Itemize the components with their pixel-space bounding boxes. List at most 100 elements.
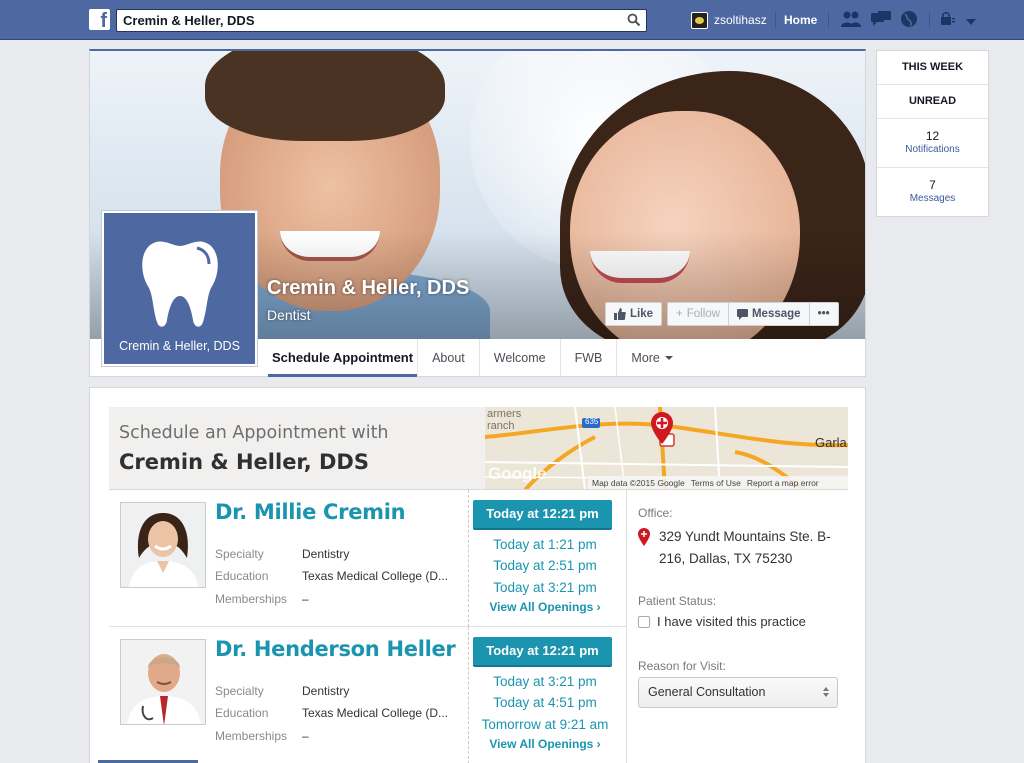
plus-icon: + bbox=[676, 308, 683, 320]
like-button[interactable]: Like bbox=[605, 302, 663, 326]
tab-more[interactable]: More bbox=[617, 339, 686, 377]
office-label: Office: bbox=[638, 506, 673, 520]
notifications-label[interactable]: Notifications bbox=[877, 144, 988, 155]
time-slot-link[interactable]: Today at 1:21 pm bbox=[469, 537, 621, 552]
insights-box: THIS WEEK UNREAD 12 Notifications 7 Mess… bbox=[876, 50, 989, 217]
more-dots-icon: ••• bbox=[817, 308, 830, 320]
messages-stat[interactable]: 7 Messages bbox=[877, 167, 988, 215]
reason-selected-value: General Consultation bbox=[648, 685, 766, 699]
specialty-label: Specialty bbox=[215, 547, 264, 561]
tab-schedule-appointment[interactable]: Schedule Appointment bbox=[268, 339, 419, 377]
facebook-logo-icon[interactable]: f bbox=[89, 9, 110, 30]
map-footer: Map data ©2015 Google Terms of Use Repor… bbox=[588, 476, 848, 489]
friend-requests-icon[interactable] bbox=[840, 10, 862, 33]
specialty-value: Dentistry bbox=[302, 547, 350, 561]
cover-man-hair bbox=[205, 51, 445, 141]
messages-icon[interactable] bbox=[870, 10, 892, 33]
time-slot-link[interactable]: Today at 3:21 pm bbox=[469, 674, 621, 689]
globe-notifications-icon[interactable] bbox=[900, 10, 918, 33]
avatar bbox=[691, 11, 708, 29]
map-label-ranch: ranch bbox=[487, 420, 515, 432]
specialty-label: Specialty bbox=[215, 684, 264, 698]
follow-button[interactable]: + Follow bbox=[667, 302, 729, 326]
map-pin-icon[interactable] bbox=[651, 412, 673, 444]
privacy-lock-icon[interactable] bbox=[940, 12, 956, 31]
map-highway-635: 635 bbox=[585, 417, 599, 426]
education-label: Education bbox=[215, 569, 269, 583]
visited-practice-label[interactable]: I have visited this practice bbox=[657, 614, 806, 629]
select-arrows-icon bbox=[823, 687, 829, 697]
scheduler-title: Cremin & Heller, DDS bbox=[119, 450, 369, 474]
map-terms-link[interactable]: Terms of Use bbox=[691, 478, 741, 488]
first-available-time-button[interactable]: Today at 12:21 pm bbox=[473, 637, 612, 667]
page-tabs: Schedule Appointment About Welcome FWB M… bbox=[268, 339, 687, 377]
divider bbox=[828, 12, 829, 28]
tab-fwb[interactable]: FWB bbox=[561, 339, 618, 377]
scheduler-subtitle: Schedule an Appointment with bbox=[119, 423, 389, 443]
time-slot-link[interactable]: Tomorrow at 9:21 am bbox=[469, 717, 621, 732]
page-category[interactable]: Dentist bbox=[267, 307, 311, 323]
user-profile-link[interactable]: zsoltihasz bbox=[691, 10, 767, 30]
settings-area bbox=[940, 12, 976, 31]
profile-picture[interactable]: Cremin & Heller, DDS bbox=[102, 211, 257, 366]
more-options-button[interactable]: ••• bbox=[809, 302, 839, 326]
message-button[interactable]: Message bbox=[728, 302, 810, 326]
doctor-card: Dr. Henderson Heller Specialty Dentistry… bbox=[109, 627, 468, 763]
appointment-times: Today at 12:21 pm Today at 3:21 pm Today… bbox=[468, 627, 627, 763]
view-all-openings-link[interactable]: View All Openings › bbox=[469, 600, 621, 614]
location-pin-icon bbox=[638, 528, 650, 546]
appointment-times: Today at 12:21 pm Today at 1:21 pm Today… bbox=[468, 490, 627, 627]
memberships-value: – bbox=[302, 592, 309, 606]
time-slot-link[interactable]: Today at 2:51 pm bbox=[469, 558, 621, 573]
education-value: Texas Medical College (D... bbox=[302, 706, 449, 720]
page-actions: Like + Follow Message ••• bbox=[605, 302, 839, 326]
notifications-stat[interactable]: 12 Notifications bbox=[877, 119, 988, 167]
tab-welcome[interactable]: Welcome bbox=[480, 339, 561, 377]
visited-practice-checkbox[interactable] bbox=[638, 616, 650, 628]
tab-more-label: More bbox=[631, 351, 660, 365]
first-available-time-button[interactable]: Today at 12:21 pm bbox=[473, 500, 612, 530]
memberships-value: – bbox=[302, 729, 309, 743]
scheduler-header: Schedule an Appointment with Cremin & He… bbox=[109, 407, 848, 490]
reason-for-visit-select[interactable]: General Consultation bbox=[638, 677, 838, 708]
patient-status-label: Patient Status: bbox=[638, 594, 717, 608]
memberships-label: Memberships bbox=[215, 592, 288, 606]
search-input[interactable] bbox=[117, 10, 617, 31]
location-map[interactable]: armers ranch Garla Google 635 Map data ©… bbox=[485, 407, 848, 489]
search-icon[interactable] bbox=[627, 13, 641, 27]
user-name: zsoltihasz bbox=[714, 13, 767, 27]
education-value: Texas Medical College (D... bbox=[302, 569, 449, 583]
messages-label[interactable]: Messages bbox=[877, 193, 988, 204]
map-label-garla: Garla bbox=[815, 435, 847, 450]
office-address: 329 Yundt Mountains Ste. B-216, Dallas, … bbox=[659, 529, 831, 566]
notifications-count: 12 bbox=[925, 129, 940, 143]
message-bubble-icon bbox=[736, 308, 748, 320]
profile-picture-label: Cremin & Heller, DDS bbox=[119, 339, 240, 353]
follow-message-group: + Follow Message ••• bbox=[667, 302, 839, 326]
map-google-watermark: Google bbox=[488, 464, 547, 483]
like-label: Like bbox=[630, 308, 654, 320]
time-slot-link[interactable]: Today at 3:21 pm bbox=[469, 580, 621, 595]
doctor-card: Dr. Millie Cremin Specialty Dentistry Ed… bbox=[109, 490, 468, 627]
account-menu-chevron-down-icon[interactable] bbox=[966, 13, 976, 31]
doctor-name[interactable]: Dr. Millie Cremin bbox=[215, 500, 406, 524]
time-slot-link[interactable]: Today at 4:51 pm bbox=[469, 695, 621, 710]
map-data-credit: Map data ©2015 Google bbox=[592, 478, 685, 488]
tab-about[interactable]: About bbox=[418, 339, 480, 377]
this-week-tab[interactable]: THIS WEEK bbox=[877, 51, 988, 85]
jewel-icons bbox=[840, 10, 918, 33]
home-link[interactable]: Home bbox=[784, 13, 817, 27]
memberships-label: Memberships bbox=[215, 729, 288, 743]
doctor-name[interactable]: Dr. Henderson Heller bbox=[215, 637, 456, 661]
schedule-appointment-app: Schedule an Appointment with Cremin & He… bbox=[89, 387, 866, 763]
message-label: Message bbox=[751, 308, 801, 320]
search-box[interactable] bbox=[116, 9, 647, 32]
view-all-openings-link[interactable]: View All Openings › bbox=[469, 737, 621, 751]
unread-tab[interactable]: UNREAD bbox=[877, 85, 988, 119]
doctor-photo[interactable] bbox=[120, 639, 206, 725]
page-title[interactable]: Cremin & Heller, DDS bbox=[267, 277, 469, 300]
doctor-photo[interactable] bbox=[120, 502, 206, 588]
page-header-card: Cremin & Heller, DDS Cremin & Heller, DD… bbox=[89, 49, 866, 377]
education-label: Education bbox=[215, 706, 269, 720]
map-report-error-link[interactable]: Report a map error bbox=[747, 478, 819, 488]
